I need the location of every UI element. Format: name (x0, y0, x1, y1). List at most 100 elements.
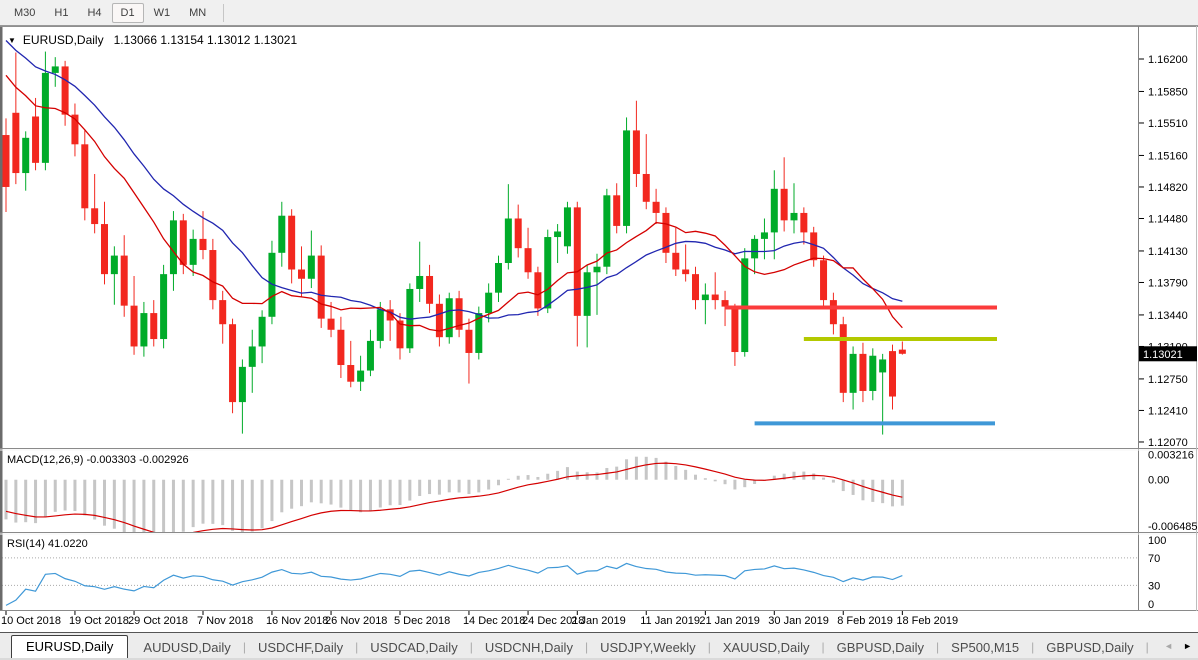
candlestick (170, 220, 177, 274)
candlestick (879, 359, 886, 372)
chart-tab-gbpusd-daily[interactable]: GBPUSD,Daily (826, 638, 935, 658)
macd-histogram-bar (724, 480, 727, 484)
price-axis-label: 1.12070 (1148, 437, 1188, 449)
date-axis-label: 26 Nov 2018 (325, 615, 387, 627)
candlestick (416, 276, 423, 289)
candlestick (889, 351, 896, 396)
macd-histogram-bar (586, 472, 589, 479)
candlestick (62, 66, 69, 114)
candlestick (22, 138, 29, 173)
chart-tab-audusd-daily[interactable]: AUDUSD,Daily (132, 638, 241, 658)
chart-tab-usdcnh-daily[interactable]: USDCNH,Daily (474, 638, 584, 658)
candlestick (515, 218, 522, 248)
tab-scroll-arrows: ◄► (1156, 633, 1198, 658)
macd-histogram-bar (113, 480, 116, 529)
chart-ohlc-values: 1.13066 1.13154 1.13012 1.13021 (114, 33, 298, 47)
chart-tab-usdcad-daily[interactable]: USDCAD,Daily (359, 638, 468, 658)
candlestick (318, 256, 325, 319)
price-axis-label: 1.13790 (1148, 277, 1188, 289)
chart-tab-eurusd-daily[interactable]: EURUSD,Daily (11, 635, 128, 658)
rsi-axis-label: 100 (1148, 535, 1166, 547)
moving-average-12 (6, 75, 902, 331)
macd-histogram-bar (349, 480, 352, 511)
price-axis-label: 1.15850 (1148, 86, 1188, 98)
macd-histogram-bar (64, 480, 67, 511)
price-axis-label: 1.14480 (1148, 213, 1188, 225)
window-left-border (0, 26, 3, 611)
date-axis-label: 21 Jan 2019 (699, 615, 760, 627)
candlestick (702, 295, 709, 301)
candlestick (781, 189, 788, 221)
rsi-axis-label: 70 (1148, 553, 1160, 565)
macd-histogram-bar (44, 480, 47, 518)
candlestick (288, 216, 295, 270)
date-axis-label: 16 Nov 2018 (266, 615, 328, 627)
macd-histogram-bar (536, 477, 539, 480)
chart-tab-usdchf-daily[interactable]: USDCHF,Daily (247, 638, 354, 658)
candlestick (800, 213, 807, 232)
macd-histogram-bar (664, 462, 667, 480)
macd-histogram-bar (901, 480, 904, 506)
chart-tab-xauusd-daily[interactable]: XAUUSD,Daily (712, 638, 821, 658)
macd-histogram-bar (467, 480, 470, 494)
candlestick (367, 341, 374, 371)
macd-histogram-bar (54, 480, 57, 512)
macd-histogram-bar (448, 480, 451, 493)
macd-histogram-bar (339, 480, 342, 508)
chart-tab-gbpusd-daily[interactable]: GBPUSD,Daily (1035, 638, 1144, 658)
macd-histogram-bar (635, 457, 638, 480)
timeframe-button-h1[interactable]: H1 (45, 3, 77, 23)
price-chart[interactable]: 1.162001.158501.155101.151601.148201.144… (0, 26, 1198, 632)
macd-histogram-bar (497, 480, 500, 486)
macd-histogram-bar (172, 480, 175, 535)
chart-title: ▼ EURUSD,Daily 1.13066 1.13154 1.13012 1… (8, 33, 297, 47)
macd-histogram-bar (152, 480, 155, 545)
macd-histogram-bar (674, 466, 677, 480)
timeframe-button-d1[interactable]: D1 (112, 3, 144, 23)
rsi-label: RSI(14) 41.0220 (7, 538, 88, 550)
tab-scroll-left-icon[interactable]: ◄ (1164, 641, 1173, 651)
price-axis-label: 1.16200 (1148, 54, 1188, 66)
candlestick (544, 237, 551, 308)
toolbar-separator (223, 4, 224, 22)
candlestick (91, 208, 98, 224)
candlestick (643, 174, 650, 202)
chart-tab-usdjpy-weekly[interactable]: USDJPY,Weekly (589, 638, 707, 658)
candlestick (278, 216, 285, 253)
candlestick (239, 367, 246, 402)
candlestick (692, 274, 699, 300)
candlestick (653, 202, 660, 213)
timeframe-button-w1[interactable]: W1 (145, 3, 180, 23)
candlestick (761, 232, 768, 238)
timeframe-button-m30[interactable]: M30 (5, 3, 44, 23)
macd-histogram-bar (615, 467, 618, 480)
candlestick (869, 356, 876, 391)
macd-histogram-bar (694, 475, 697, 480)
candlestick (613, 195, 620, 226)
chevron-down-icon[interactable]: ▼ (8, 36, 16, 45)
macd-histogram-bar (714, 480, 717, 482)
macd-histogram-bar (428, 480, 431, 494)
macd-histogram-bar (83, 480, 86, 516)
tab-scroll-right-icon[interactable]: ► (1183, 641, 1192, 651)
macd-histogram-bar (221, 480, 224, 525)
macd-histogram-bar (566, 467, 569, 480)
macd-axis-label: 0.003216 (1148, 450, 1194, 462)
macd-histogram-bar (359, 480, 362, 513)
candlestick (534, 272, 541, 308)
candlestick (328, 319, 335, 330)
candlestick (525, 248, 532, 272)
macd-histogram-bar (93, 480, 96, 520)
candlestick (505, 218, 512, 263)
timeframe-button-mn[interactable]: MN (180, 3, 215, 23)
macd-histogram-bar (546, 474, 549, 480)
timeframe-button-h4[interactable]: H4 (78, 3, 110, 23)
macd-histogram-bar (261, 480, 264, 529)
macd-histogram-bar (861, 480, 864, 501)
price-axis-label: 1.12750 (1148, 374, 1188, 386)
macd-histogram-bar (684, 470, 687, 480)
macd-histogram-bar (369, 480, 372, 511)
macd-histogram-bar (182, 480, 185, 532)
chart-tab-sp500-m15[interactable]: SP500,M15 (940, 638, 1030, 658)
timeframe-toolbar: M30H1H4D1W1MN (0, 0, 1198, 26)
